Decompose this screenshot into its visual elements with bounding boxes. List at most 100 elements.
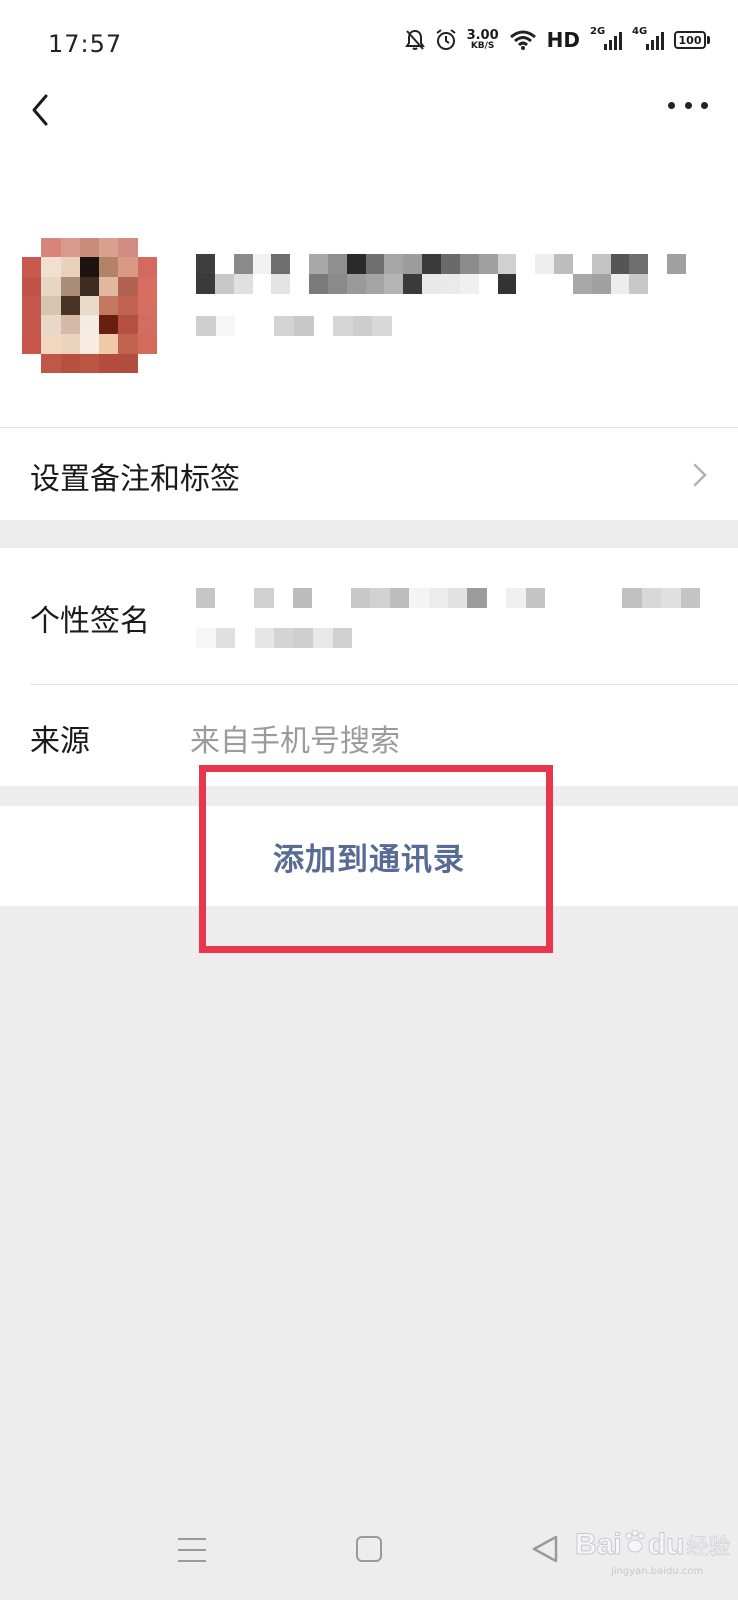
mosaic-block [365, 274, 385, 294]
mosaic-block [346, 274, 366, 294]
mosaic-block [591, 274, 611, 294]
mosaic-block [137, 334, 157, 354]
mosaic-block [118, 257, 138, 277]
mosaic-block [372, 316, 392, 336]
watermark-url: jingyan.baidu.com [611, 1566, 704, 1577]
watermark-brand2: du [647, 1528, 685, 1562]
avatar [22, 238, 157, 373]
mosaic-block [459, 254, 479, 274]
mosaic-block [583, 588, 604, 608]
home-icon[interactable] [356, 1536, 382, 1562]
mosaic-block [497, 274, 517, 294]
mosaic-block [422, 274, 441, 294]
mosaic-block [22, 276, 42, 296]
mosaic-block [271, 274, 291, 294]
remark-tags-row[interactable]: 设置备注和标签 [0, 427, 738, 520]
wechat-id-redacted [196, 316, 392, 336]
mosaic-block [428, 588, 448, 608]
mosaic-block [525, 588, 545, 608]
back-arrow-icon[interactable] [24, 90, 64, 130]
mosaic-block [290, 274, 310, 294]
paw-icon [625, 1530, 645, 1553]
mosaic-block [137, 276, 157, 296]
mosaic-block [233, 274, 253, 294]
mosaic-block [331, 588, 352, 608]
mosaic-block [273, 588, 293, 608]
mosaic-block [622, 588, 642, 608]
mosaic-block [554, 274, 573, 294]
mosaic-block [370, 588, 390, 608]
mosaic-block [22, 353, 42, 373]
mosaic-block [41, 276, 61, 296]
mosaic-block [79, 276, 100, 296]
mosaic-block [516, 254, 536, 274]
signature-redacted [196, 588, 700, 608]
mosaic-block [384, 254, 404, 274]
mosaic-block [572, 254, 592, 274]
clock: 17:57 [48, 30, 123, 58]
signature-redacted-line2 [196, 628, 352, 648]
mosaic-block [99, 295, 119, 316]
mosaic-block [60, 353, 80, 373]
signal-sim2-icon: 4G [632, 26, 664, 50]
mosaic-block [440, 274, 460, 294]
wifi-icon [509, 30, 536, 50]
mosaic-block [554, 254, 573, 274]
signature-label: 个性签名 [30, 604, 150, 639]
mosaic-block [41, 295, 61, 316]
mosaic-block [648, 254, 668, 274]
sim2-network-label: 4G [632, 26, 648, 37]
menu-icon[interactable] [178, 1538, 206, 1562]
mosaic-block [327, 274, 347, 294]
mosaic-block [610, 254, 630, 274]
mosaic-block [118, 353, 138, 373]
mosaic-block [516, 274, 536, 294]
mosaic-block [680, 588, 700, 608]
mosaic-block [641, 588, 662, 608]
mosaic-block [544, 588, 565, 608]
alarm-icon [435, 29, 456, 50]
mosaic-block [99, 276, 119, 296]
mosaic-block [629, 274, 649, 294]
mosaic-block [313, 628, 333, 648]
source-value: 来自手机号搜索 [190, 724, 400, 759]
net-speed-unit: KB/S [470, 41, 495, 51]
mosaic-block [313, 316, 334, 336]
mosaic-block [215, 588, 235, 608]
mosaic-block [351, 588, 371, 608]
mosaic-block [235, 628, 255, 648]
mosaic-block [290, 254, 310, 274]
back-triangle-icon[interactable] [530, 1534, 560, 1564]
mosaic-block [403, 274, 423, 294]
mosaic-block [79, 295, 100, 316]
mosaic-block [118, 295, 138, 316]
mosaic-block [274, 628, 294, 648]
mosaic-block [572, 274, 592, 294]
mosaic-block [564, 588, 584, 608]
mosaic-block [271, 254, 291, 274]
mosaic-block [137, 238, 157, 258]
more-options-icon[interactable] [668, 102, 708, 114]
mosaic-block [99, 353, 119, 373]
row-divider [30, 684, 738, 685]
mosaic-block [274, 316, 294, 336]
mosaic-block [79, 315, 100, 335]
mosaic-block [346, 254, 366, 274]
hd-label: HD [546, 28, 580, 52]
mosaic-block [497, 254, 517, 274]
add-to-contacts-button[interactable]: 添加到通讯录 [0, 806, 738, 906]
mosaic-block [196, 254, 215, 274]
signal-sim1-icon: 2G [590, 26, 622, 50]
mosaic-block [309, 254, 328, 274]
mosaic-block [41, 315, 61, 335]
mosaic-block [235, 316, 255, 336]
mosaic-block [252, 254, 272, 274]
baidu-watermark: Bai du 经验 jingyan.baidu.com [575, 1528, 731, 1578]
mosaic-block [309, 274, 328, 294]
battery-level: 100 [674, 31, 706, 49]
mosaic-block [60, 257, 80, 277]
source-label: 来源 [30, 724, 90, 759]
mosaic-block [137, 257, 157, 277]
mosaic-block [661, 588, 681, 608]
mosaic-block [403, 254, 423, 274]
